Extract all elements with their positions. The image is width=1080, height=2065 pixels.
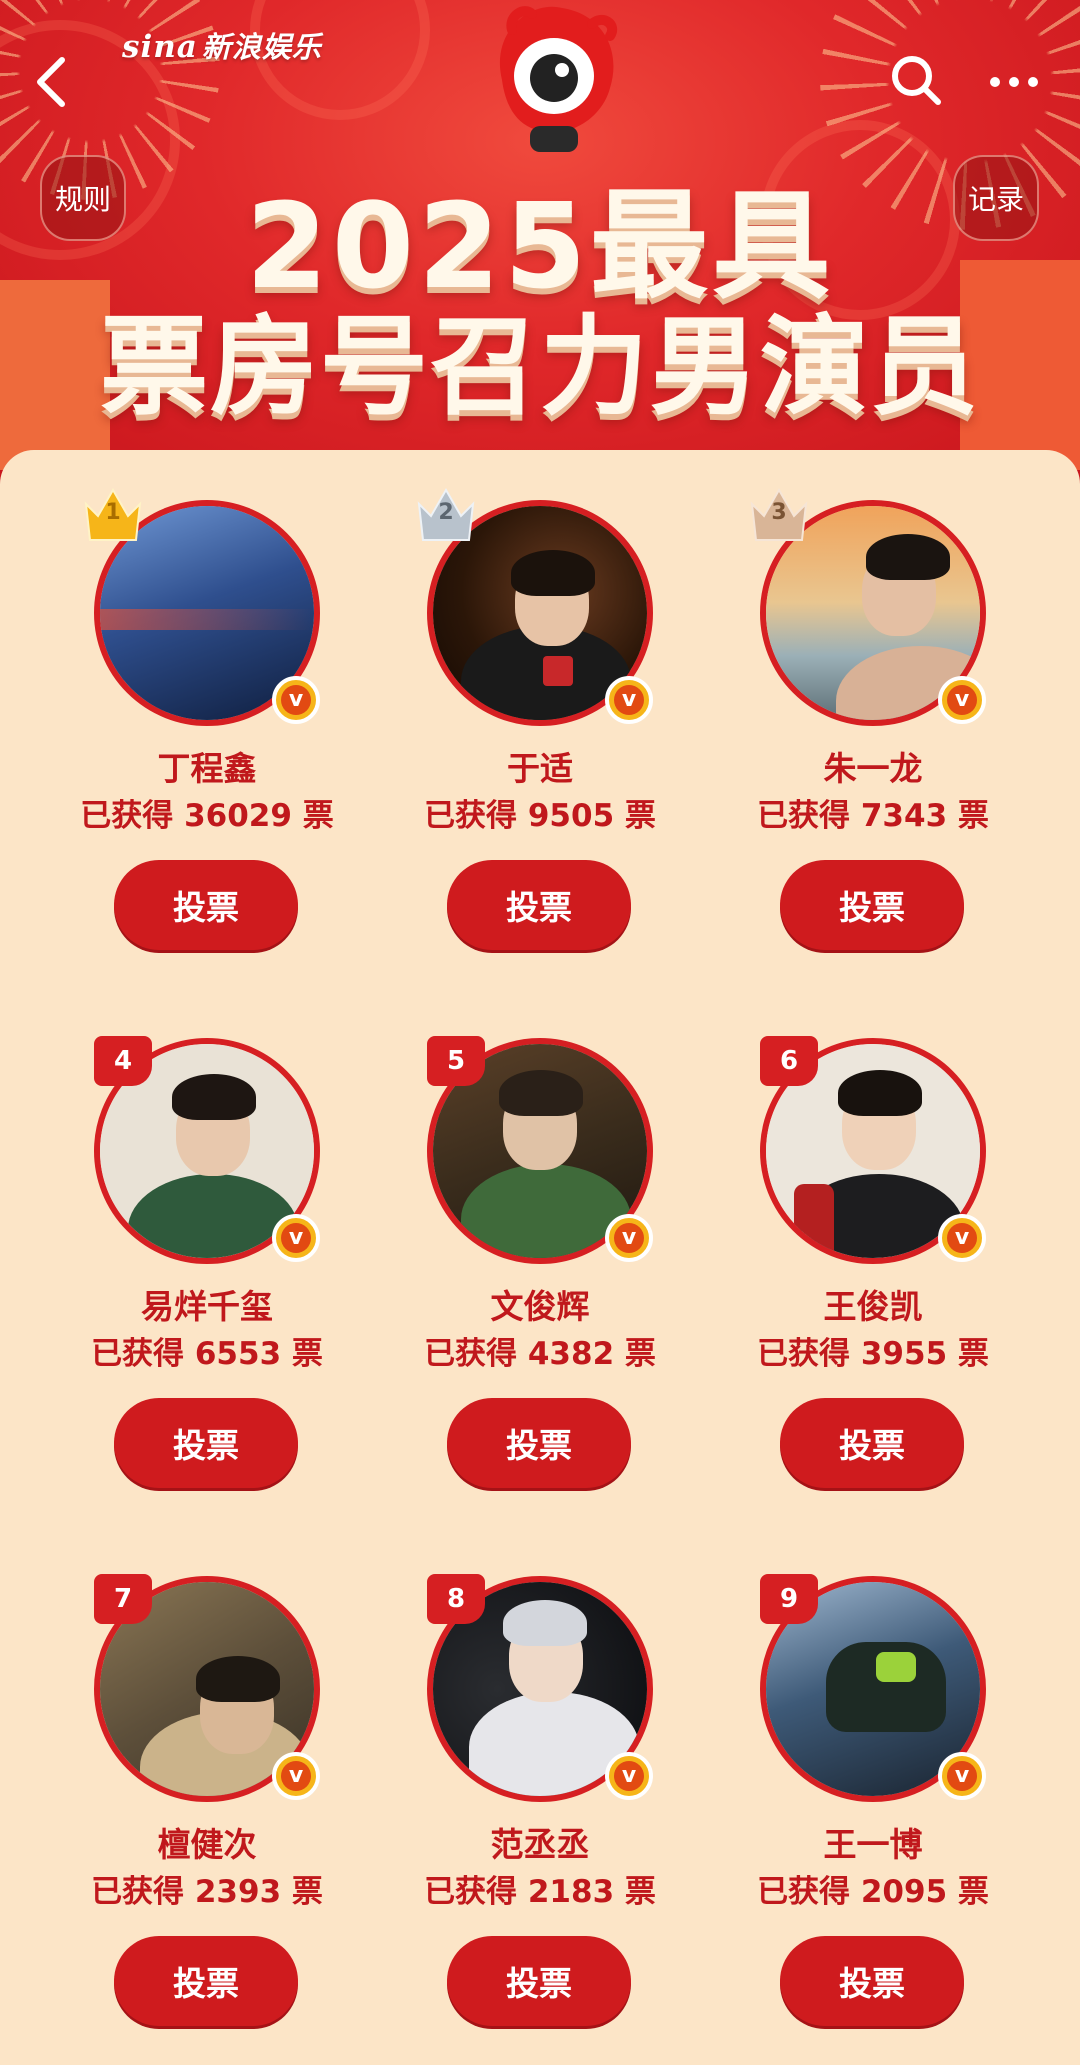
verified-badge: v <box>272 676 320 724</box>
candidate-grid-panel: 1 v 丁程鑫 已获得 36029 票 投票 2 v 于适 已获得 9505 票… <box>0 450 1080 2065</box>
vote-button[interactable]: 投票 <box>780 1936 964 2026</box>
avatar-wrap: 2 v <box>417 487 653 726</box>
avatar-wrap: 1 v <box>84 487 320 726</box>
vote-count: 已获得 2183 票 <box>424 1874 656 1910</box>
avatar-wrap: 9 v <box>760 1574 986 1802</box>
vote-count: 已获得 6553 票 <box>91 1336 323 1372</box>
header-banner: sina 新浪娱乐 规则 记录 2025最具 票房号召力男演员 <box>0 0 1080 470</box>
verified-badge: v <box>938 1214 986 1262</box>
vote-button[interactable]: 投票 <box>447 1398 631 1488</box>
verified-v-icon: v <box>947 1761 977 1791</box>
avatar-wrap: 7 v <box>94 1574 320 1802</box>
rank-bronze-crown-badge: 3 <box>746 486 812 548</box>
vote-count: 已获得 3955 票 <box>757 1336 989 1372</box>
rank-number: 3 <box>771 500 787 525</box>
candidate-name: 朱一龙 <box>823 749 923 788</box>
verified-v-icon: v <box>614 1223 644 1253</box>
candidate-name: 檀健次 <box>157 1825 257 1864</box>
avatar-wrap: 4 v <box>94 1036 320 1264</box>
verified-v-icon: v <box>947 685 977 715</box>
sina-entertainment-logo: sina 新浪娱乐 <box>122 24 322 66</box>
verified-v-icon: v <box>281 1761 311 1791</box>
rank-number: 2 <box>438 500 454 525</box>
verified-badge: v <box>938 1752 986 1800</box>
candidate-name: 王一博 <box>823 1825 923 1864</box>
verified-badge: v <box>605 1752 653 1800</box>
rank-tag: 6 <box>760 1036 818 1086</box>
verified-v-icon: v <box>614 685 644 715</box>
candidate-card: 1 v 丁程鑫 已获得 36029 票 投票 <box>54 470 386 1000</box>
vote-button[interactable]: 投票 <box>447 1936 631 2026</box>
candidate-card: 7 v 檀健次 已获得 2393 票 投票 <box>54 1546 386 2065</box>
candidate-card: 5 v 文俊辉 已获得 4382 票 投票 <box>387 1008 719 1538</box>
vote-count: 已获得 9505 票 <box>424 798 656 834</box>
back-button[interactable] <box>28 52 78 112</box>
candidate-name: 王俊凯 <box>823 1287 923 1326</box>
vote-count: 已获得 2095 票 <box>757 1874 989 1910</box>
verified-badge: v <box>938 676 986 724</box>
verified-badge: v <box>605 676 653 724</box>
rank-tag: 4 <box>94 1036 152 1086</box>
verified-badge: v <box>272 1214 320 1262</box>
vote-count: 已获得 4382 票 <box>424 1336 656 1372</box>
chevron-left-icon <box>37 57 65 107</box>
vote-button[interactable]: 投票 <box>114 1936 298 2026</box>
rank-tag: 9 <box>760 1574 818 1624</box>
logo-sina-text: sina <box>122 29 198 65</box>
avatar-wrap: 3 v <box>750 487 986 726</box>
avatar-wrap: 6 v <box>760 1036 986 1264</box>
search-icon <box>892 56 941 105</box>
candidate-card: 4 v 易烊千玺 已获得 6553 票 投票 <box>54 1008 386 1538</box>
candidate-card: 9 v 王一博 已获得 2095 票 投票 <box>720 1546 1052 2065</box>
verified-badge: v <box>272 1752 320 1800</box>
avatar-wrap: 8 v <box>427 1574 653 1802</box>
vote-button[interactable]: 投票 <box>780 1398 964 1488</box>
more-dots-icon <box>990 77 1038 87</box>
candidate-name: 于适 <box>507 749 573 788</box>
verified-v-icon: v <box>281 1223 311 1253</box>
candidate-card: 6 v 王俊凯 已获得 3955 票 投票 <box>720 1008 1052 1538</box>
candidate-name: 丁程鑫 <box>157 749 257 788</box>
vote-button[interactable]: 投票 <box>114 1398 298 1488</box>
search-button[interactable] <box>888 52 944 108</box>
verified-v-icon: v <box>947 1223 977 1253</box>
verified-v-icon: v <box>614 1761 644 1791</box>
rank-gold-crown-badge: 1 <box>80 486 146 548</box>
vote-button[interactable]: 投票 <box>447 860 631 950</box>
verified-v-icon: v <box>281 685 311 715</box>
page-title-line-2: 票房号召力男演员 <box>99 305 980 430</box>
candidate-name: 易烊千玺 <box>141 1287 273 1326</box>
rank-tag: 7 <box>94 1574 152 1624</box>
candidate-name: 范丞丞 <box>490 1825 590 1864</box>
verified-badge: v <box>605 1214 653 1262</box>
candidate-card: 3 v 朱一龙 已获得 7343 票 投票 <box>720 470 1052 1000</box>
more-button[interactable] <box>986 62 1042 102</box>
logo-channel-text: 新浪娱乐 <box>201 30 322 64</box>
rank-tag: 5 <box>427 1036 485 1086</box>
candidate-name: 文俊辉 <box>490 1287 590 1326</box>
vote-button[interactable]: 投票 <box>114 860 298 950</box>
rank-number: 1 <box>105 500 121 525</box>
rank-tag: 8 <box>427 1574 485 1624</box>
candidate-card: 2 v 于适 已获得 9505 票 投票 <box>387 470 719 1000</box>
rank-silver-crown-badge: 2 <box>413 486 479 548</box>
candidate-card: 8 v 范丞丞 已获得 2183 票 投票 <box>387 1546 719 2065</box>
avatar-wrap: 5 v <box>427 1036 653 1264</box>
vote-count: 已获得 36029 票 <box>80 798 334 834</box>
vote-count: 已获得 2393 票 <box>91 1874 323 1910</box>
vote-button[interactable]: 投票 <box>780 860 964 950</box>
weibo-eye-mascot <box>472 0 632 155</box>
vote-count: 已获得 7343 票 <box>757 798 989 834</box>
